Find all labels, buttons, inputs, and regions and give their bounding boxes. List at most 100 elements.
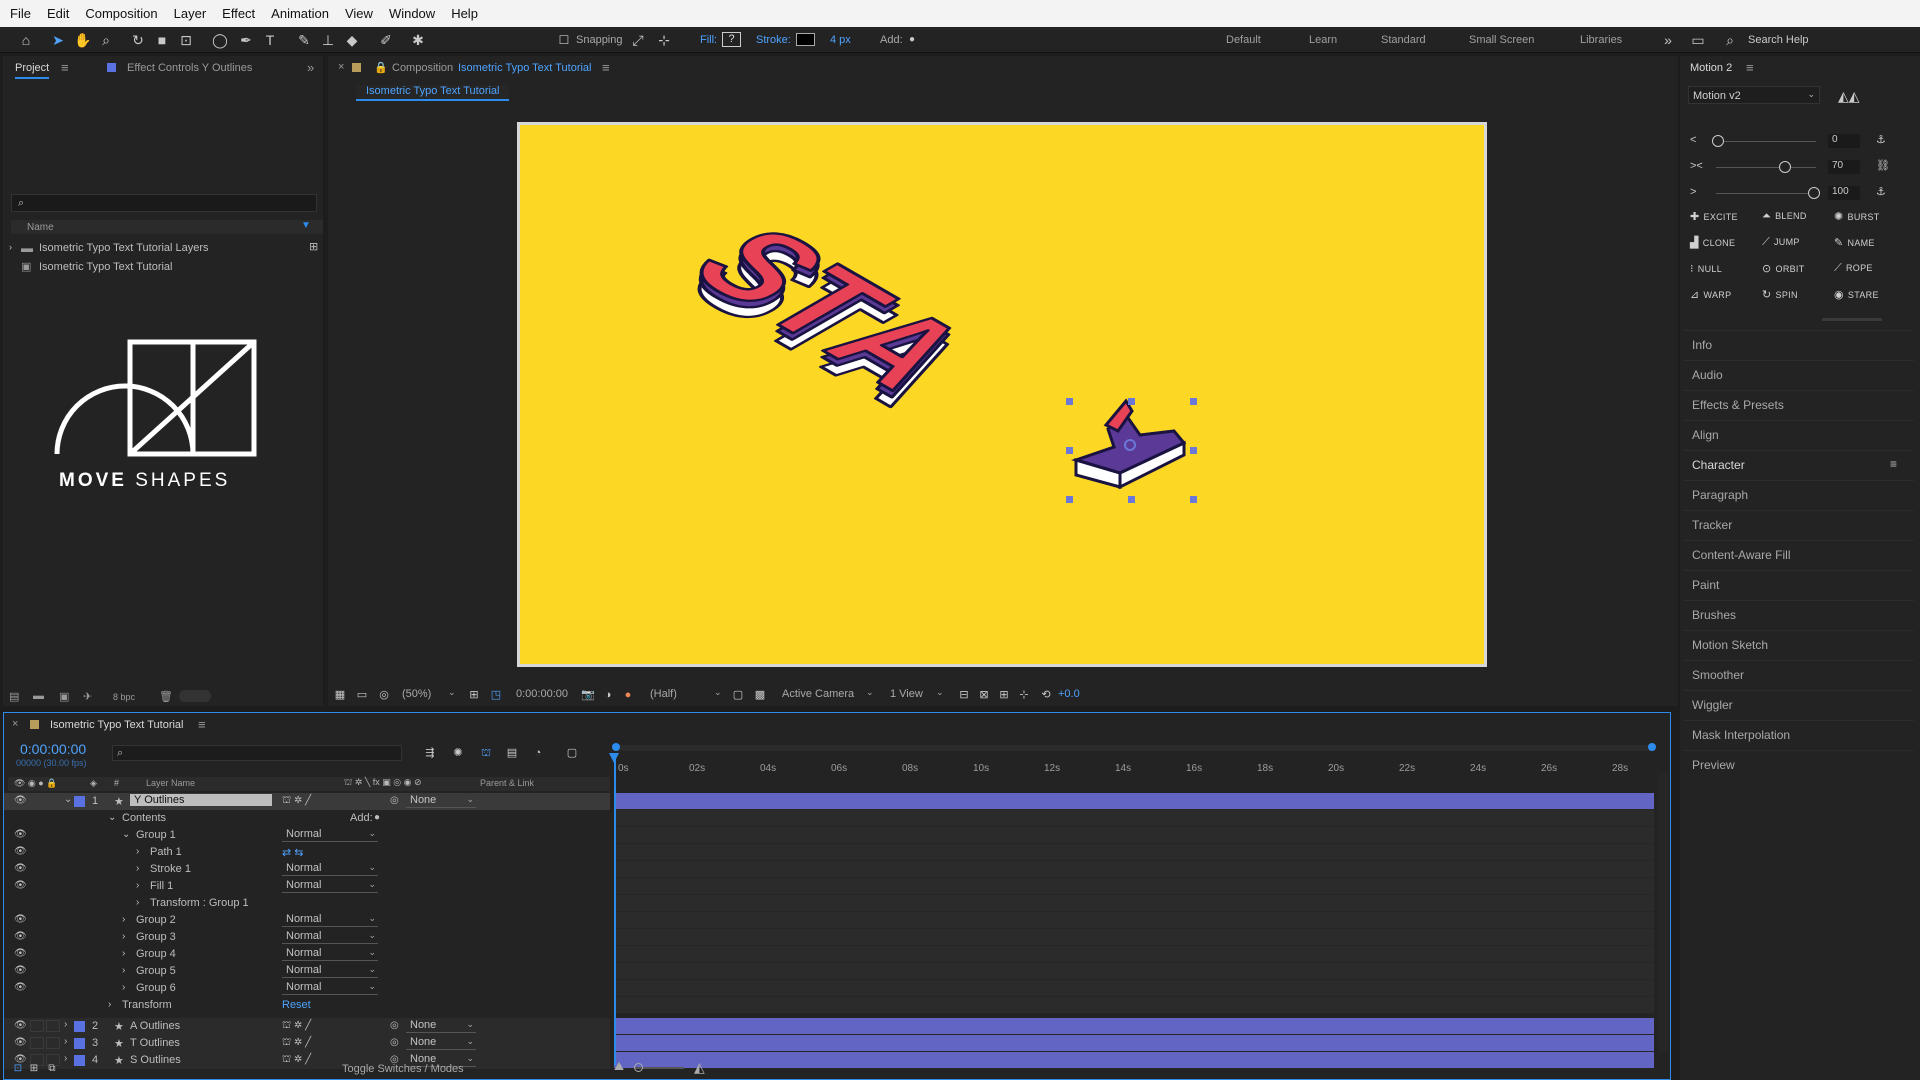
timeline-search-input[interactable]: ⌕ xyxy=(112,745,402,761)
panel-audio[interactable]: Audio xyxy=(1692,368,1723,382)
blend-mode-dropdown[interactable]: Normal ⌄ xyxy=(282,828,378,842)
layer-name-column[interactable]: Layer Name xyxy=(146,778,195,788)
layer-row[interactable]: 👁 › 4 ★ S Outlines ⛫ ✲ ╱ ◎ None ⌄ xyxy=(4,1052,610,1069)
clone-button[interactable]: ▟ CLONE xyxy=(1690,236,1735,249)
interpret-footage-icon[interactable]: ▤ xyxy=(9,690,19,703)
layer-row[interactable]: 👁 › 2 ★ A Outlines ⛫ ✲ ╱ ◎ None ⌄ xyxy=(4,1018,610,1035)
solo-toggle[interactable] xyxy=(30,795,44,807)
property-name[interactable]: Group 6 xyxy=(136,982,176,994)
parent-link-column[interactable]: Parent & Link xyxy=(480,778,534,788)
pan-behind-tool-icon[interactable]: ⊡ xyxy=(178,32,194,48)
visibility-eye-icon[interactable]: 👁 xyxy=(14,965,27,976)
work-area-bar[interactable] xyxy=(612,745,1656,751)
track-row[interactable] xyxy=(614,929,1654,946)
mask-visibility-icon[interactable]: ◳ xyxy=(488,687,504,703)
pick-whip-icon[interactable]: ◎ xyxy=(390,1020,399,1031)
project-item-layers[interactable]: Isometric Typo Text Tutorial Layers xyxy=(39,242,209,254)
slider-value[interactable]: 0 xyxy=(1828,134,1860,148)
visibility-eye-icon[interactable]: 👁 xyxy=(14,948,27,959)
menu-file[interactable]: File xyxy=(10,6,31,21)
zoom-out-icon[interactable]: ⛰ xyxy=(614,1059,624,1074)
blend-mode-dropdown[interactable]: Normal ⌄ xyxy=(282,947,378,961)
workspace-default[interactable]: Default xyxy=(1226,34,1261,46)
label-color-swatch[interactable] xyxy=(74,1038,85,1049)
workspace-libraries[interactable]: Libraries xyxy=(1580,34,1622,46)
expand-arrow-icon[interactable]: ⌄ xyxy=(64,794,72,805)
property-row[interactable]: 👁 › Fill 1 Normal ⌄ xyxy=(4,878,610,895)
property-name[interactable]: Contents xyxy=(122,812,166,824)
solo-toggle[interactable] xyxy=(30,1020,44,1032)
panel-motion-sketch[interactable]: Motion Sketch xyxy=(1692,638,1768,652)
menu-animation[interactable]: Animation xyxy=(271,6,329,21)
time-ruler[interactable]: 0s 02s 04s 06s 08s 10s 12s 14s 16s 18s 20s 22s 24s 26… xyxy=(612,737,1656,779)
draft-3d-icon[interactable]: ✺ xyxy=(450,745,466,761)
workspace-small-screen[interactable]: Small Screen xyxy=(1469,34,1534,46)
render-queue-icon[interactable]: ✈ xyxy=(83,690,92,703)
motion-version-select[interactable]: Motion v2 ⌄ xyxy=(1688,86,1820,104)
layer-name[interactable]: T Outlines xyxy=(130,1037,180,1049)
snap-edge-icon[interactable]: ⤢ xyxy=(630,32,646,48)
property-row[interactable]: 👁 › Group 5 Normal ⌄ xyxy=(4,963,610,980)
property-name[interactable]: Transform : Group 1 xyxy=(150,897,249,909)
show-snapshot-icon[interactable]: ◑ xyxy=(600,687,616,703)
track-row[interactable] xyxy=(614,878,1654,895)
in-out-pane-icon[interactable]: ⧉ xyxy=(44,1061,60,1077)
jump-button[interactable]: ⟋ JUMP xyxy=(1762,236,1800,249)
expand-arrow-icon[interactable]: › xyxy=(122,948,125,959)
magnification-dropdown[interactable]: (50%) xyxy=(402,688,431,700)
name-button[interactable]: ✎ NAME xyxy=(1834,236,1875,249)
sync-settings-icon[interactable]: ▭ xyxy=(1690,32,1706,48)
roto-brush-icon[interactable]: ✐ xyxy=(378,32,394,48)
workspace-standard[interactable]: Standard xyxy=(1381,34,1426,46)
menu-window[interactable]: Window xyxy=(389,6,435,21)
visibility-eye-icon[interactable]: 👁 xyxy=(14,1037,27,1048)
slider-knob[interactable] xyxy=(1779,161,1792,173)
layer-name[interactable]: S Outlines xyxy=(130,1054,181,1066)
visibility-eye-icon[interactable]: 👁 xyxy=(14,982,27,993)
solo-toggle[interactable] xyxy=(30,1037,44,1049)
track-row[interactable] xyxy=(614,844,1654,861)
reset-link[interactable]: Reset xyxy=(282,999,311,1011)
easing-slider-1[interactable]: >< 70 ⛓ xyxy=(1688,158,1908,178)
project-item-comp[interactable]: Isometric Typo Text Tutorial xyxy=(39,261,172,273)
work-area-end-handle[interactable] xyxy=(1648,743,1656,751)
motion-blur-icon[interactable]: ◔ xyxy=(530,745,546,761)
expand-arrow-icon[interactable]: › xyxy=(122,965,125,976)
fast-previews-icon[interactable]: ⊠ xyxy=(976,687,992,703)
tab-effect-controls[interactable]: Effect Controls Y Outlines xyxy=(127,62,252,74)
property-name[interactable]: Transform xyxy=(122,999,172,1011)
expand-arrow-icon[interactable]: › xyxy=(9,242,12,252)
toggle-switches-modes[interactable]: Toggle Switches / Modes xyxy=(342,1063,464,1075)
panel-mask-interpolation[interactable]: Mask Interpolation xyxy=(1692,728,1790,742)
layer-duration-bar[interactable] xyxy=(614,1035,1654,1052)
property-row[interactable]: ⌄ Contents Add: ● xyxy=(4,810,610,827)
stroke-swatch[interactable] xyxy=(796,33,815,46)
menu-help[interactable]: Help xyxy=(451,6,478,21)
panel-menu-icon[interactable]: ≡ xyxy=(198,717,206,732)
pick-whip-icon[interactable]: ◎ xyxy=(390,1037,399,1048)
blend-mode-dropdown[interactable]: Normal ⌄ xyxy=(282,913,378,927)
link-icon[interactable]: ⛓ xyxy=(1876,159,1890,172)
lock-toggle[interactable] xyxy=(46,1037,60,1049)
transparency-grid-icon[interactable]: ▩ xyxy=(752,687,768,703)
puppet-pin-icon[interactable]: ✱ xyxy=(410,32,426,48)
panel-expand-icon[interactable]: » xyxy=(307,60,314,75)
blend-mode-dropdown[interactable]: Normal ⌄ xyxy=(282,862,378,876)
lock-toggle[interactable] xyxy=(46,1020,60,1032)
selection-tool-icon[interactable]: ➤ xyxy=(50,32,66,48)
frame-blending-icon[interactable]: ▤ xyxy=(504,745,520,761)
visibility-eye-icon[interactable]: 👁 xyxy=(14,914,27,925)
name-column-header[interactable]: Name ▼ xyxy=(11,220,323,234)
property-name[interactable]: Group 2 xyxy=(136,914,176,926)
timeline-timecode[interactable]: 0:00:00:00 xyxy=(20,741,86,757)
bpc-setting[interactable]: 8 bpc xyxy=(113,692,135,702)
blend-mode-dropdown[interactable]: Normal ⌄ xyxy=(282,879,378,893)
slider-knob[interactable] xyxy=(1808,187,1820,199)
shy-layers-icon[interactable]: ⛫ xyxy=(478,745,494,761)
property-row[interactable]: › Transform Reset xyxy=(4,997,610,1014)
flowchart-icon[interactable]: ⊞ xyxy=(309,240,318,253)
timeline-scrollbar[interactable] xyxy=(1658,773,1668,1053)
always-preview-icon[interactable]: ▦ xyxy=(332,687,348,703)
visibility-eye-icon[interactable]: 👁 xyxy=(14,931,27,942)
layer-row[interactable]: 👁 ⌄ 1 ★ Y Outlines ⛫ ✲ ╱ ◎ None ⌄ xyxy=(4,793,610,810)
